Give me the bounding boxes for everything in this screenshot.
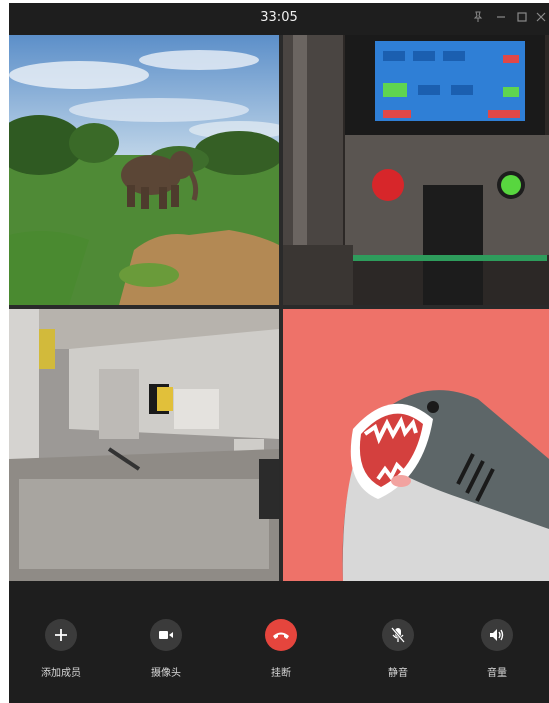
camera-control[interactable]: 摄像头 — [126, 619, 206, 679]
participant-video-machine-parts[interactable] — [9, 309, 279, 581]
pin-icon[interactable] — [468, 9, 488, 29]
minimize-icon[interactable] — [491, 9, 511, 29]
add-member-label: 添加成员 — [41, 668, 81, 679]
maximize-icon[interactable] — [512, 9, 532, 29]
volume-label: 音量 — [487, 668, 507, 679]
participant-video-elephant[interactable] — [9, 35, 279, 305]
hangup-control[interactable]: 挂断 — [241, 619, 321, 679]
close-icon[interactable] — [531, 9, 549, 29]
add-member-control[interactable]: 添加成员 — [21, 619, 101, 679]
video-call-window: 33:05 添加成员 摄像头 挂断 静音 音量 — [9, 3, 549, 703]
participant-video-control-panel[interactable] — [283, 35, 549, 305]
participant-avatar-shark[interactable] — [283, 309, 549, 581]
volume-control[interactable]: 音量 — [457, 619, 537, 679]
mic-muted-icon[interactable] — [382, 619, 414, 651]
hangup-label: 挂断 — [271, 668, 291, 679]
hangup-icon[interactable] — [265, 619, 297, 651]
video-grid — [9, 35, 549, 581]
plus-icon[interactable] — [45, 619, 77, 651]
mute-label: 静音 — [388, 668, 408, 679]
camera-label: 摄像头 — [151, 668, 181, 679]
camera-icon[interactable] — [150, 619, 182, 651]
title-bar: 33:05 — [9, 3, 549, 35]
speaker-icon[interactable] — [481, 619, 513, 651]
call-controls-bar: 添加成员 摄像头 挂断 静音 音量 — [9, 581, 549, 703]
mute-control[interactable]: 静音 — [358, 619, 438, 679]
